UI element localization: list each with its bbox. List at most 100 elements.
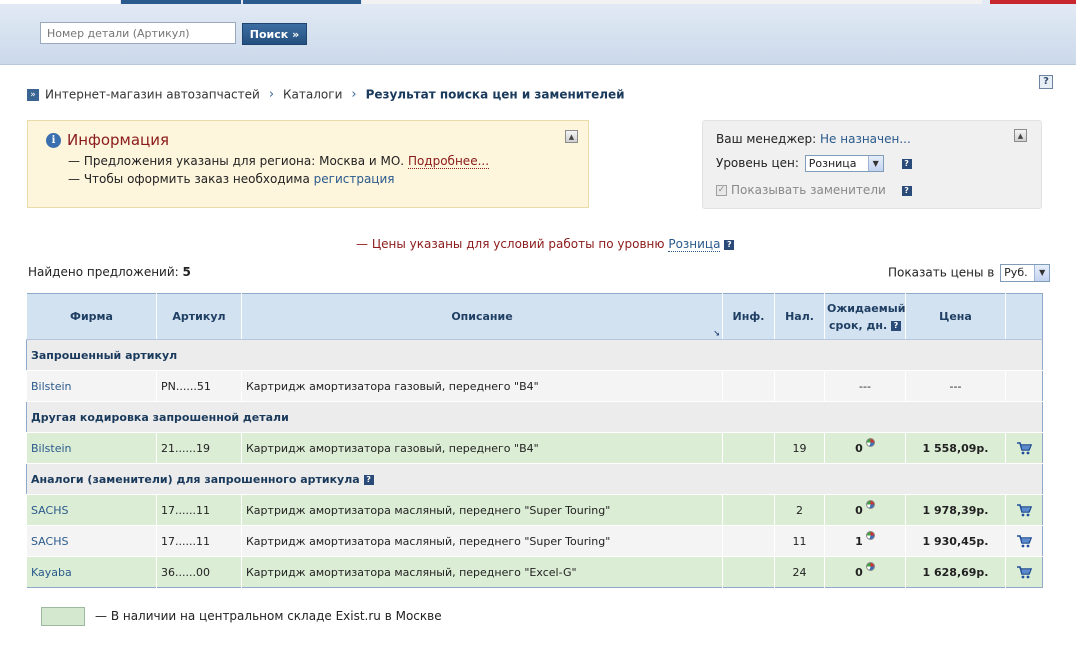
- cart-icon[interactable]: [1016, 441, 1032, 455]
- registration-link[interactable]: регистрация: [314, 172, 395, 186]
- replacements-row: ✓ Показывать заменители ?: [716, 183, 912, 197]
- article-cell[interactable]: 17......11: [156, 494, 242, 526]
- more-details-link[interactable]: Подробнее...: [407, 154, 490, 169]
- table-row: Bilstein PN......51 Картридж амортизатор…: [26, 370, 1043, 402]
- offers-found: Найдено предложений: 5: [28, 265, 191, 279]
- price-level-select[interactable]: Розница ▼: [804, 155, 884, 172]
- brand-cell[interactable]: Bilstein: [26, 432, 157, 464]
- col-header-info[interactable]: Инф.: [722, 293, 775, 340]
- breadcrumb-current: Результат поиска цен и заменителей: [365, 87, 625, 102]
- stock-cell: 11: [774, 525, 825, 557]
- eta-days: 0: [855, 441, 863, 455]
- chevron-down-icon: ▼: [867, 156, 883, 171]
- table-header-row: Фирма Артикул Описание ↘ Инф. Нал. Ожидае…: [26, 293, 1043, 340]
- group-row-other-code: Другая кодировка запрошенной детали: [26, 401, 1043, 433]
- description-cell: Картридж амортизатора масляный, переднег…: [241, 556, 723, 588]
- brand-cell[interactable]: Bilstein: [26, 370, 157, 402]
- brand-cell[interactable]: Kayaba: [26, 556, 157, 588]
- description-cell: Картридж амортизатора масляный, переднег…: [241, 525, 723, 557]
- cart-icon[interactable]: [1016, 534, 1032, 548]
- home-arrow-icon[interactable]: »: [27, 88, 39, 101]
- breadcrumb-link-catalogs[interactable]: Каталоги: [283, 88, 342, 102]
- col-header-stock[interactable]: Нал.: [774, 293, 825, 340]
- eta-cell: 0: [824, 556, 906, 588]
- manager-label: Ваш менеджер:: [716, 132, 817, 146]
- breadcrumb: » Интернет-магазин автозапчастей › Каталоги…: [27, 87, 625, 103]
- info-cell: [722, 494, 775, 526]
- col-header-description[interactable]: Описание ↘: [241, 293, 723, 340]
- collapse-info-button[interactable]: ▲: [565, 130, 578, 143]
- col-header-eta-line1: Ожидаемый: [827, 301, 906, 315]
- col-header-description-text: Описание: [451, 310, 513, 323]
- col-header-article[interactable]: Артикул: [156, 293, 242, 340]
- info-registration-text: — Чтобы оформить заказ необходима: [68, 172, 310, 186]
- article-cell[interactable]: 21......19: [156, 432, 242, 464]
- table-row: Kayaba 36......00 Картридж амортизатора …: [26, 556, 1043, 588]
- delivery-stats-pie-icon[interactable]: [865, 499, 875, 509]
- delivery-stats-pie-icon[interactable]: [865, 437, 875, 447]
- delivery-stats-pie-icon[interactable]: [865, 530, 875, 540]
- col-header-eta[interactable]: Ожидаемый срок, дн. ?: [824, 293, 906, 340]
- info-title: Информация: [67, 131, 170, 149]
- price-cell: 1 978,39р.: [905, 494, 1006, 526]
- table-row: SACHS 17......11 Картридж амортизатора м…: [26, 494, 1043, 526]
- results-table: Фирма Артикул Описание ↘ Инф. Нал. Ожидае…: [26, 293, 1043, 588]
- article-cell[interactable]: 36......00: [156, 556, 242, 588]
- col-header-price[interactable]: Цена: [905, 293, 1006, 340]
- analogs-help-icon[interactable]: ?: [363, 474, 374, 485]
- cart-icon[interactable]: [1016, 503, 1032, 517]
- show-replacements-label: Показывать заменители: [731, 183, 886, 197]
- eta-help-icon[interactable]: ?: [890, 320, 901, 331]
- search-input[interactable]: [40, 22, 236, 44]
- stock-cell: 2: [774, 494, 825, 526]
- eta-days: 0: [855, 565, 863, 579]
- price-note-help-icon[interactable]: ?: [724, 239, 735, 250]
- brand-cell[interactable]: SACHS: [26, 525, 157, 557]
- article-cell[interactable]: PN......51: [156, 370, 242, 402]
- cart-cell: [1005, 432, 1043, 464]
- price-note-level-link[interactable]: Розница: [668, 237, 721, 252]
- chevron-down-icon: ▼: [1034, 265, 1050, 281]
- replacements-help-icon[interactable]: ?: [901, 185, 912, 196]
- info-cell: [722, 370, 775, 402]
- currency-label: Показать цены в: [888, 265, 995, 280]
- article-cell[interactable]: 17......11: [156, 525, 242, 557]
- currency-selected: Руб.: [1004, 266, 1028, 279]
- price-cell: 1 930,45р.: [905, 525, 1006, 557]
- delivery-stats-pie-icon[interactable]: [865, 561, 875, 571]
- show-replacements-checkbox[interactable]: ✓: [716, 185, 727, 196]
- price-level-label: Уровень цен:: [716, 156, 799, 170]
- help-icon[interactable]: ?: [1039, 75, 1053, 89]
- eta-days: 1: [855, 534, 863, 548]
- cart-cell: [1005, 370, 1043, 402]
- table-row: Bilstein 21......19 Картридж амортизатор…: [26, 432, 1043, 464]
- collapse-manager-button[interactable]: ▲: [1014, 129, 1027, 142]
- price-level-help-icon[interactable]: ?: [901, 158, 912, 169]
- breadcrumb-separator: ›: [268, 87, 275, 102]
- info-region-text: — Предложения указаны для региона: Москв…: [68, 154, 405, 168]
- price-note-text: — Цены указаны для условий работы по уро…: [356, 237, 665, 251]
- brand-cell[interactable]: SACHS: [26, 494, 157, 526]
- group-label-wrap: Аналоги (заменители) для запрошенного ар…: [26, 463, 1043, 495]
- sort-icon: ↘: [713, 329, 720, 338]
- cart-cell: [1005, 556, 1043, 588]
- info-line-registration: — Чтобы оформить заказ необходима регист…: [68, 172, 395, 186]
- description-cell: Картридж амортизатора газовый, переднего…: [241, 370, 723, 402]
- search-button[interactable]: Поиск »: [242, 23, 307, 45]
- currency-select[interactable]: Руб. ▼: [1000, 264, 1051, 282]
- cart-icon[interactable]: [1016, 565, 1032, 579]
- price-cell: 1 558,09р.: [905, 432, 1006, 464]
- price-cell: ---: [905, 370, 1006, 402]
- col-header-brand[interactable]: Фирма: [26, 293, 157, 340]
- col-header-eta-line2: срок, дн.: [829, 318, 888, 332]
- col-header-eta-line2-wrap: срок, дн. ?: [827, 319, 903, 332]
- currency-selector: Показать цены в Руб. ▼: [888, 264, 1051, 282]
- group-row-analogs: Аналоги (заменители) для запрошенного ар…: [26, 463, 1043, 495]
- manager-value-link[interactable]: Не назначен...: [820, 132, 911, 146]
- manager-row: Ваш менеджер: Не назначен...: [716, 132, 911, 146]
- breadcrumb-link-shop[interactable]: Интернет-магазин автозапчастей: [45, 88, 260, 102]
- manager-panel: ▲ Ваш менеджер: Не назначен... Уровень ц…: [702, 120, 1042, 209]
- info-cell: [722, 525, 775, 557]
- top-tab-strip: [121, 0, 241, 4]
- stock-cell: 19: [774, 432, 825, 464]
